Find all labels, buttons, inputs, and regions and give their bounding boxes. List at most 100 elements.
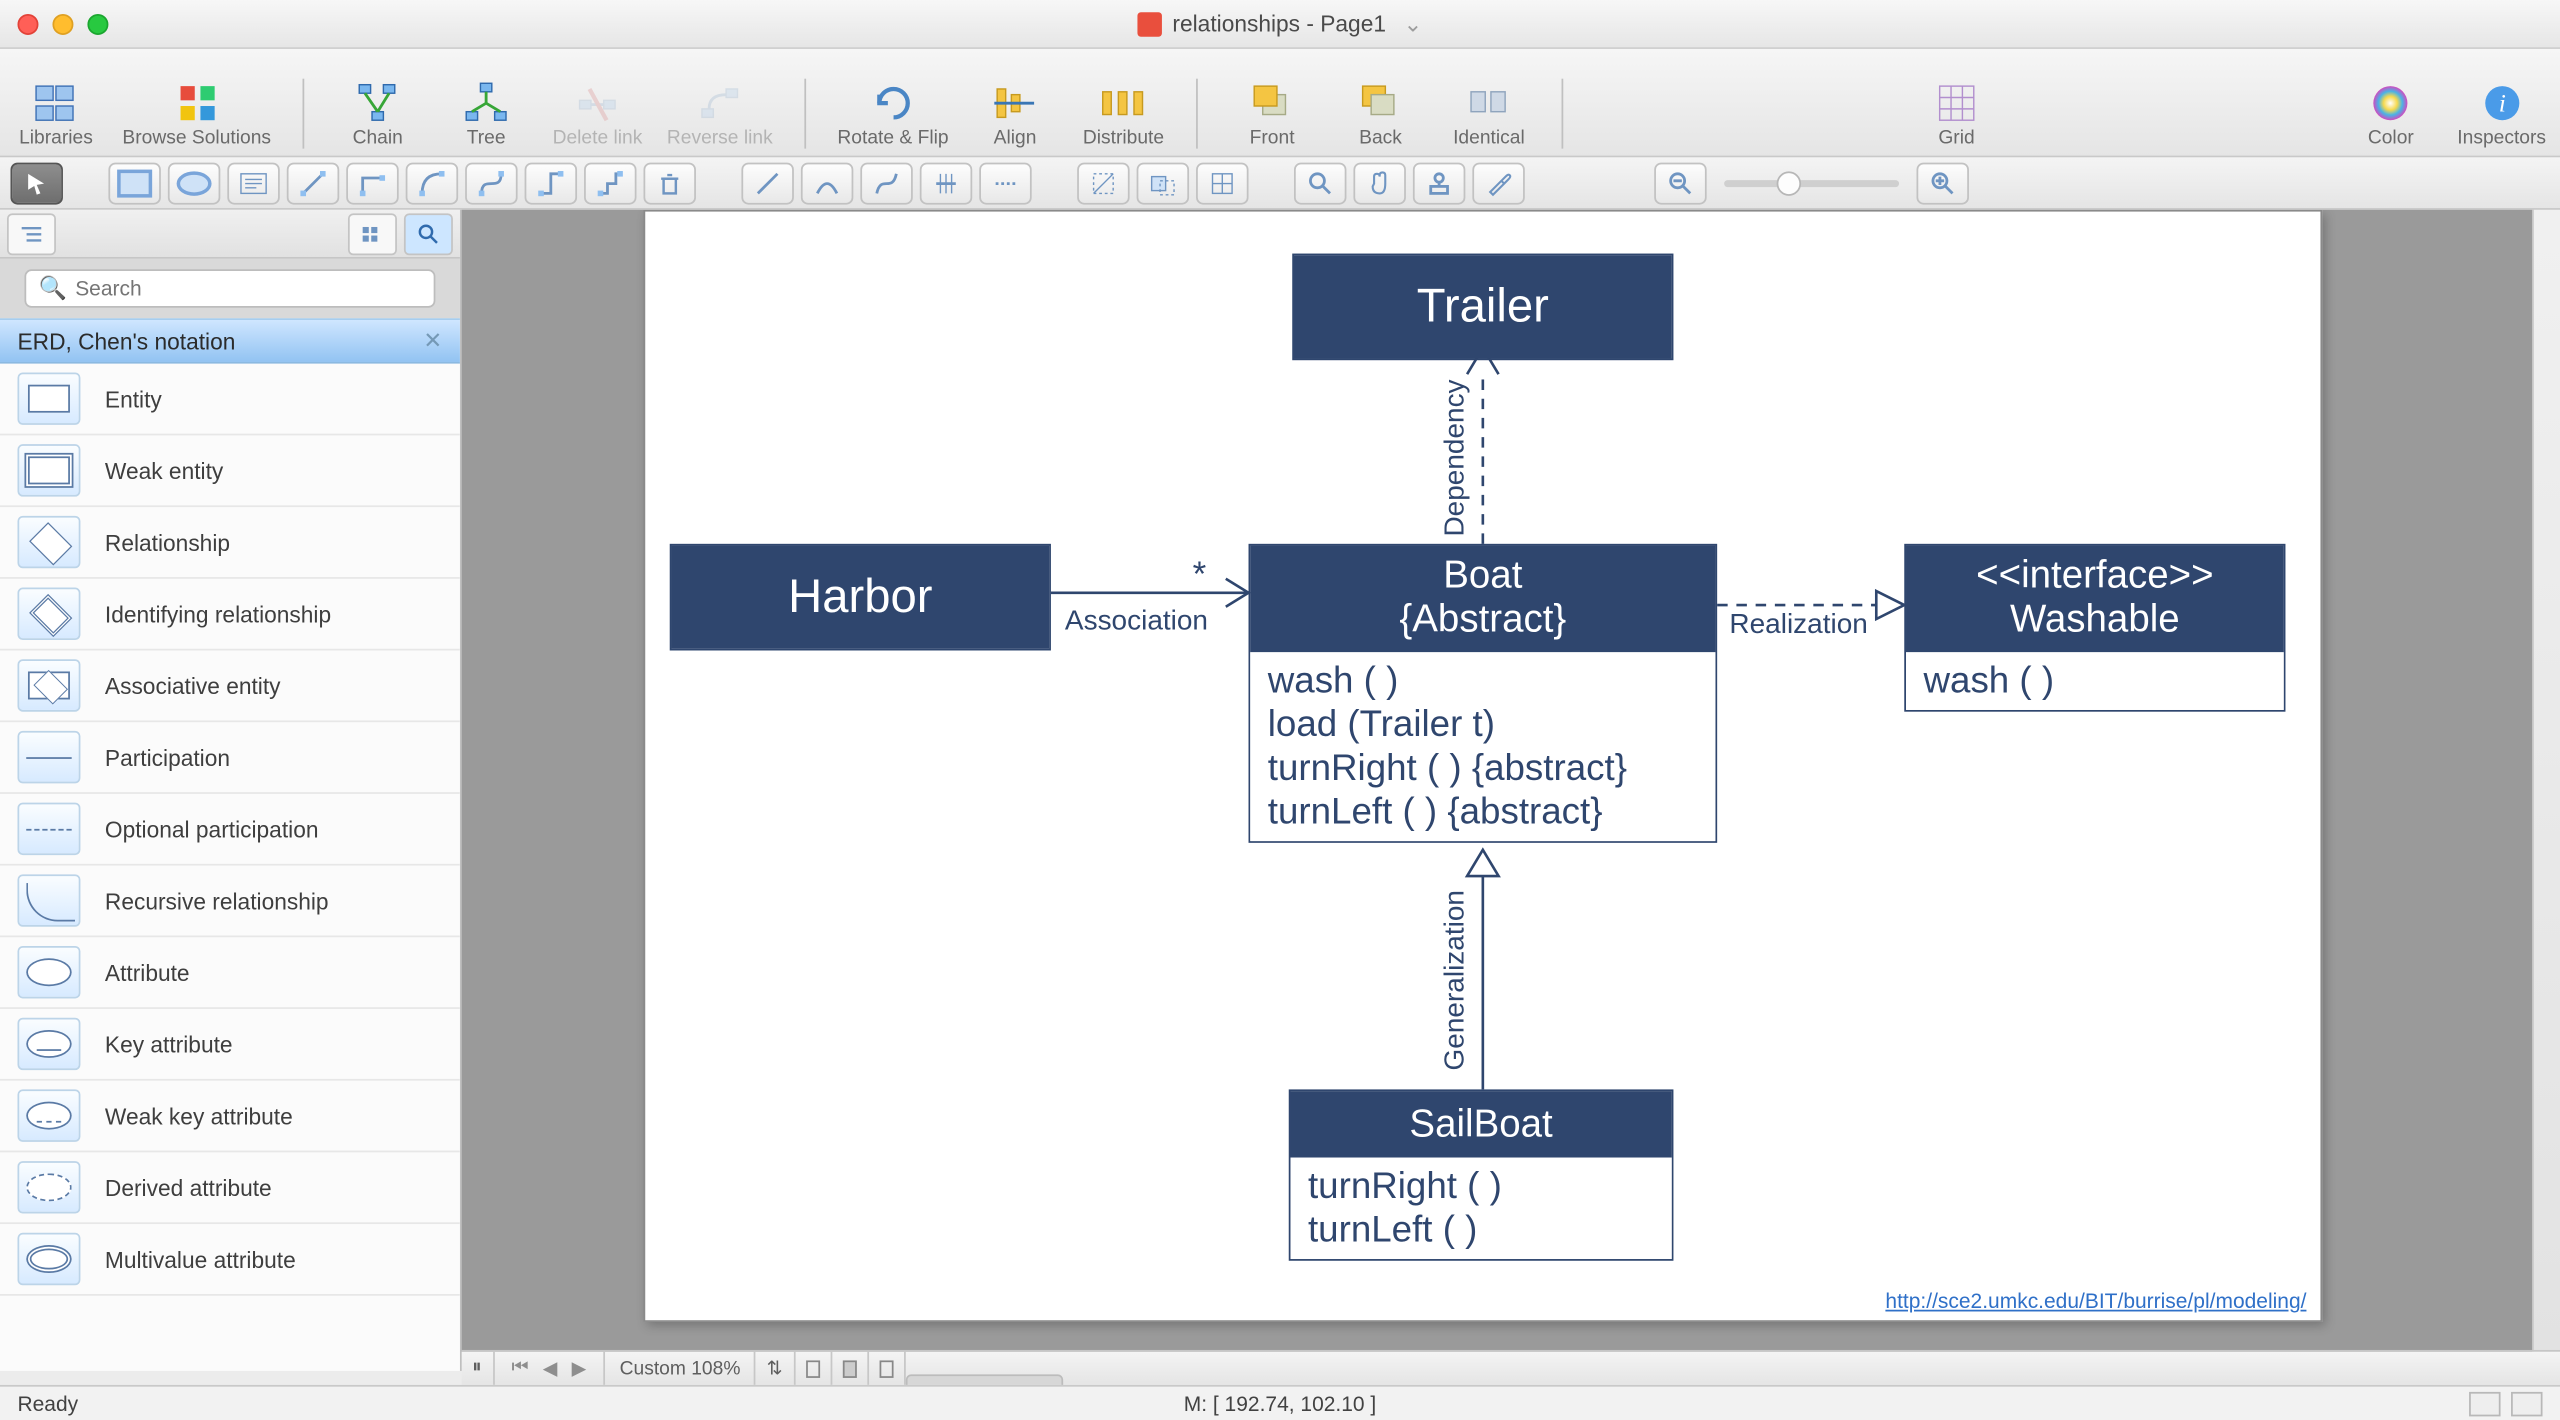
node-harbor[interactable]: Harbor xyxy=(670,544,1051,651)
sidebar-panel-title[interactable]: ERD, Chen's notation ✕ xyxy=(0,318,460,363)
tree-button[interactable]: Tree xyxy=(444,79,528,149)
chain-label: Chain xyxy=(353,128,403,149)
shape-label: Entity xyxy=(105,386,162,412)
connector-2-button[interactable] xyxy=(346,162,398,204)
source-url-note[interactable]: http://sce2.umkc.edu/BIT/burrise/pl/mode… xyxy=(1885,1289,2306,1313)
shape-optional-participation[interactable]: Optional participation xyxy=(0,794,460,866)
shape-weak-entity[interactable]: Weak entity xyxy=(0,435,460,507)
node-boat-abstract: {Abstract} xyxy=(1250,597,1715,641)
canvas-paper[interactable]: Trailer Boat {Abstract} wash ( ) load (T… xyxy=(643,210,2322,1322)
pagebar-pause-button[interactable]: ⏸ xyxy=(462,1352,494,1385)
line-5-button[interactable] xyxy=(979,162,1031,204)
text-tool-button[interactable] xyxy=(227,162,279,204)
inspectors-button[interactable]: i Inspectors xyxy=(2457,79,2546,149)
pagebar-zoom-stepper[interactable]: ⇅ xyxy=(756,1352,795,1385)
pagebar-mode-2-button[interactable] xyxy=(832,1352,869,1385)
node-boat[interactable]: Boat {Abstract} wash ( ) load (Trailer t… xyxy=(1249,544,1718,844)
misc-2-button[interactable] xyxy=(1137,162,1189,204)
main-toolbar: Libraries Browse Solutions Chain Tree De… xyxy=(0,49,2560,157)
shape-multivalue-attribute[interactable]: Multivalue attribute xyxy=(0,1224,460,1296)
canvas-area[interactable]: Trailer Boat {Abstract} wash ( ) load (T… xyxy=(462,210,2532,1371)
sidebar-grid-view-button[interactable] xyxy=(348,212,397,254)
shape-entity[interactable]: Entity xyxy=(0,364,460,436)
sidebar-search-button[interactable] xyxy=(404,212,453,254)
delete-link-button: Delete link xyxy=(553,79,643,149)
connector-4-button[interactable] xyxy=(465,162,517,204)
sidebar-search-input[interactable] xyxy=(24,269,435,307)
hand-tool-button[interactable] xyxy=(1353,162,1405,204)
chain-button[interactable]: Chain xyxy=(336,79,420,149)
zoom-in-button[interactable] xyxy=(1916,162,1968,204)
node-trailer[interactable]: Trailer xyxy=(1292,254,1673,361)
shape-associative-entity[interactable]: Associative entity xyxy=(0,650,460,722)
boat-op-3: turnLeft ( ) {abstract} xyxy=(1268,791,1698,835)
zoom-out-button[interactable] xyxy=(1654,162,1706,204)
minimize-window-button[interactable] xyxy=(52,13,73,34)
rectangle-tool-button[interactable] xyxy=(108,162,160,204)
pagebar-zoom-label[interactable]: Custom 108% xyxy=(606,1352,757,1385)
shape-list: Entity Weak entity Relationship Identify… xyxy=(0,364,460,1371)
pointer-tool-button[interactable] xyxy=(10,162,62,204)
zoom-tool-button[interactable] xyxy=(1294,162,1346,204)
stamp-tool-button[interactable] xyxy=(1413,162,1465,204)
connector-6-button[interactable] xyxy=(584,162,636,204)
inspectors-label: Inspectors xyxy=(2457,128,2546,149)
align-button[interactable]: Align xyxy=(973,79,1057,149)
connector-3-button[interactable] xyxy=(406,162,458,204)
zoom-slider[interactable] xyxy=(1724,179,1899,186)
pagebar-next-button[interactable]: ▶ xyxy=(565,1357,594,1380)
rotate-flip-button[interactable]: Rotate & Flip xyxy=(837,79,948,149)
libraries-button[interactable]: Libraries xyxy=(14,79,98,149)
shape-identifying-relationship[interactable]: Identifying relationship xyxy=(0,579,460,651)
maximize-window-button[interactable] xyxy=(87,13,108,34)
pagebar-mode-1-button[interactable] xyxy=(795,1352,832,1385)
shape-weak-key-attribute[interactable]: Weak key attribute xyxy=(0,1081,460,1153)
shape-label: Attribute xyxy=(105,959,190,985)
ellipse-tool-button[interactable] xyxy=(168,162,220,204)
pagebar-first-button[interactable]: ⏮ xyxy=(504,1357,535,1380)
line-4-button[interactable] xyxy=(920,162,972,204)
node-sailboat[interactable]: SailBoat turnRight ( ) turnLeft ( ) xyxy=(1289,1089,1674,1261)
close-window-button[interactable] xyxy=(17,13,38,34)
shape-label: Weak key attribute xyxy=(105,1103,293,1129)
shape-recursive-relationship[interactable]: Recursive relationship xyxy=(0,866,460,938)
sidebar-tree-button[interactable] xyxy=(7,212,56,254)
sidebar-panel-close-icon[interactable]: ✕ xyxy=(423,327,442,355)
zoom-slider-knob[interactable] xyxy=(1776,170,1800,194)
line-2-button[interactable] xyxy=(801,162,853,204)
sailboat-op-0: turnRight ( ) xyxy=(1308,1165,1654,1209)
shape-derived-attribute[interactable]: Derived attribute xyxy=(0,1152,460,1224)
front-button[interactable]: Front xyxy=(1230,79,1314,149)
color-button[interactable]: Color xyxy=(2349,79,2433,149)
svg-text:i: i xyxy=(2498,89,2505,118)
distribute-button[interactable]: Distribute xyxy=(1082,79,1166,149)
association-multiplicity: * xyxy=(1193,556,1207,596)
shape-participation[interactable]: Participation xyxy=(0,722,460,794)
vertical-scrollbar[interactable] xyxy=(2532,210,2560,1371)
line-3-button[interactable] xyxy=(860,162,912,204)
status-corner-1-button[interactable] xyxy=(2469,1391,2500,1415)
node-washable[interactable]: <<interface>> Washable wash ( ) xyxy=(1904,544,2285,711)
connector-1-button[interactable] xyxy=(287,162,339,204)
misc-1-button[interactable] xyxy=(1077,162,1129,204)
pagebar-mode-3-button[interactable] xyxy=(868,1352,905,1385)
shape-key-attribute[interactable]: Key attribute xyxy=(0,1009,460,1081)
identical-button[interactable]: Identical xyxy=(1447,79,1531,149)
front-label: Front xyxy=(1250,128,1295,149)
misc-3-button[interactable] xyxy=(1196,162,1248,204)
shape-attribute[interactable]: Attribute xyxy=(0,937,460,1009)
shape-relationship[interactable]: Relationship xyxy=(0,507,460,579)
association-label: Association xyxy=(1065,607,1208,638)
back-button[interactable]: Back xyxy=(1339,79,1423,149)
connector-5-button[interactable] xyxy=(525,162,577,204)
pagebar-prev-button[interactable]: ◀ xyxy=(536,1357,565,1380)
eyedropper-tool-button[interactable] xyxy=(1472,162,1524,204)
dependency-label: Dependency xyxy=(1441,379,1472,536)
delete-tool-button[interactable] xyxy=(643,162,695,204)
browse-solutions-button[interactable]: Browse Solutions xyxy=(122,79,271,149)
status-corner-2-button[interactable] xyxy=(2511,1391,2542,1415)
window-title[interactable]: relationships - Page1 xyxy=(1137,10,1422,38)
grid-button[interactable]: Grid xyxy=(1915,79,1999,149)
title-dropdown-icon[interactable] xyxy=(1396,10,1422,38)
line-1-button[interactable] xyxy=(741,162,793,204)
